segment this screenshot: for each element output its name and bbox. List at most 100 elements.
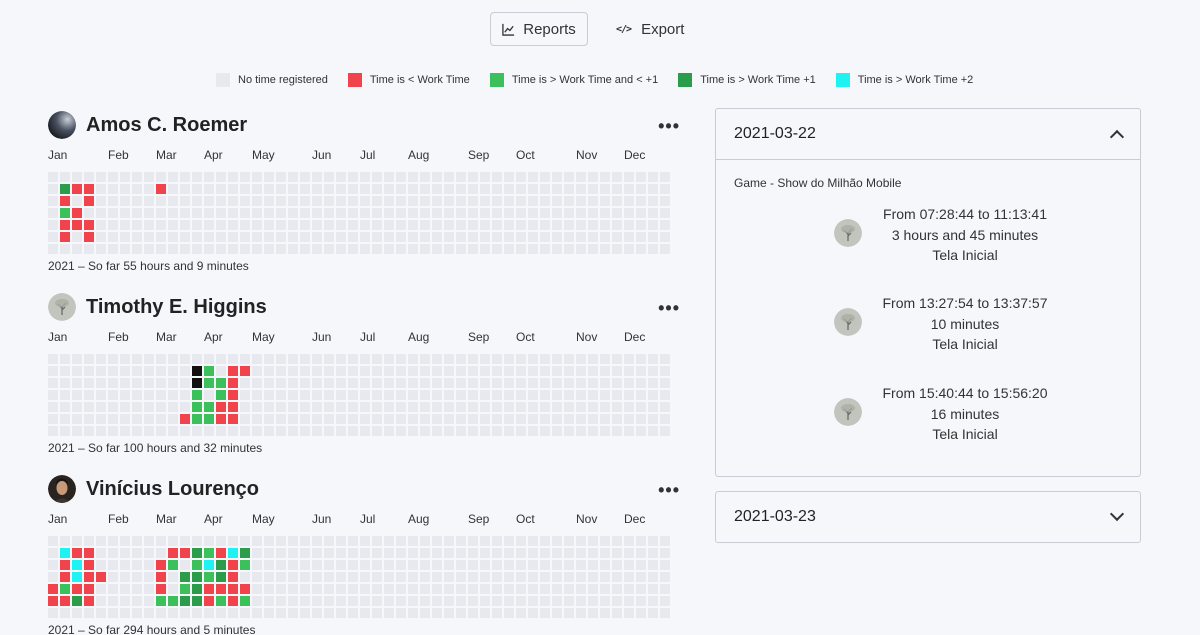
day-cell-red[interactable] (204, 596, 214, 606)
day-cell-cyan[interactable] (228, 548, 238, 558)
day-cell-red[interactable] (96, 572, 106, 582)
day-cell-red[interactable] (228, 390, 238, 400)
day-cell-red[interactable] (84, 196, 94, 206)
day-cell-red[interactable] (180, 548, 190, 558)
day-cell-cyan[interactable] (72, 560, 82, 570)
day-cell-empty (420, 584, 430, 594)
day-cell-dark[interactable] (60, 184, 70, 194)
day-cell-green[interactable] (192, 402, 202, 412)
day-cell-empty (120, 172, 130, 182)
day-cell-green[interactable] (192, 390, 202, 400)
day-cell-green[interactable] (192, 560, 202, 570)
day-cell-red[interactable] (216, 402, 226, 412)
more-options-icon[interactable]: ••• (658, 298, 680, 319)
day-cell-red[interactable] (156, 184, 166, 194)
day-cell-green[interactable] (168, 560, 178, 570)
day-cell-red[interactable] (228, 366, 238, 376)
day-cell-green[interactable] (204, 572, 214, 582)
day-cell-empty (48, 548, 58, 558)
day-cell-cyan[interactable] (60, 548, 70, 558)
day-cell-red[interactable] (156, 584, 166, 594)
day-cell-green[interactable] (156, 596, 166, 606)
day-cell-green[interactable] (240, 596, 250, 606)
day-cell-red[interactable] (60, 232, 70, 242)
day-cell-green[interactable] (240, 560, 250, 570)
day-cell-red[interactable] (228, 414, 238, 424)
day-cell-black[interactable] (192, 378, 202, 388)
day-cell-dark[interactable] (240, 548, 250, 558)
day-cell-green[interactable] (216, 596, 226, 606)
day-cell-red[interactable] (72, 208, 82, 218)
day-cell-green[interactable] (204, 378, 214, 388)
day-cell-red[interactable] (228, 402, 238, 412)
day-cell-red[interactable] (84, 572, 94, 582)
day-cell-red[interactable] (72, 584, 82, 594)
day-cell-black[interactable] (192, 366, 202, 376)
day-cell-red[interactable] (72, 220, 82, 230)
day-cell-empty (564, 596, 574, 606)
day-cell-red[interactable] (156, 572, 166, 582)
day-cell-dark[interactable] (180, 596, 190, 606)
day-cell-red[interactable] (60, 196, 70, 206)
day-cell-empty (480, 596, 490, 606)
day-cell-red[interactable] (60, 572, 70, 582)
day-cell-green[interactable] (204, 402, 214, 412)
day-cell-dark[interactable] (72, 596, 82, 606)
day-cell-red[interactable] (228, 560, 238, 570)
day-cell-red[interactable] (48, 596, 58, 606)
day-cell-dark[interactable] (192, 596, 202, 606)
more-options-icon[interactable]: ••• (658, 480, 680, 501)
day-cell-red[interactable] (84, 560, 94, 570)
day-cell-green[interactable] (204, 548, 214, 558)
day-cell-red[interactable] (84, 596, 94, 606)
day-cell-green[interactable] (216, 378, 226, 388)
day-cell-dark[interactable] (216, 560, 226, 570)
day-cell-dark[interactable] (180, 572, 190, 582)
day-cell-dark[interactable] (192, 572, 202, 582)
day-cell-red[interactable] (168, 548, 178, 558)
day-cell-red[interactable] (72, 548, 82, 558)
day-cell-dark[interactable] (192, 584, 202, 594)
day-cell-red[interactable] (60, 220, 70, 230)
day-cell-green[interactable] (192, 414, 202, 424)
day-cell-red[interactable] (240, 584, 250, 594)
day-cell-red[interactable] (84, 220, 94, 230)
day-cell-red[interactable] (228, 572, 238, 582)
day-cell-red[interactable] (84, 184, 94, 194)
day-cell-green[interactable] (180, 584, 190, 594)
day-panel-header[interactable]: 2021-03-22 (716, 109, 1140, 159)
day-cell-dark[interactable] (216, 572, 226, 582)
day-cell-red[interactable] (216, 584, 226, 594)
reports-button[interactable]: Reports (490, 12, 588, 46)
day-cell-red[interactable] (228, 596, 238, 606)
day-cell-red[interactable] (84, 584, 94, 594)
day-cell-red[interactable] (216, 548, 226, 558)
day-cell-red[interactable] (60, 596, 70, 606)
day-cell-green[interactable] (216, 390, 226, 400)
day-cell-green[interactable] (204, 366, 214, 376)
day-cell-red[interactable] (216, 414, 226, 424)
day-cell-red[interactable] (72, 184, 82, 194)
day-cell-green[interactable] (60, 208, 70, 218)
day-cell-empty (456, 426, 466, 436)
day-cell-red[interactable] (84, 548, 94, 558)
day-cell-red[interactable] (240, 366, 250, 376)
day-cell-green[interactable] (204, 414, 214, 424)
day-cell-green[interactable] (168, 596, 178, 606)
day-cell-red[interactable] (228, 378, 238, 388)
day-cell-red[interactable] (180, 414, 190, 424)
day-cell-green[interactable] (60, 584, 70, 594)
day-cell-dark[interactable] (192, 548, 202, 558)
day-cell-red[interactable] (60, 560, 70, 570)
day-cell-red[interactable] (228, 584, 238, 594)
export-button[interactable]: </> Export (606, 12, 694, 46)
day-cell-red[interactable] (84, 232, 94, 242)
day-cell-cyan[interactable] (204, 560, 214, 570)
day-cell-red[interactable] (156, 560, 166, 570)
day-cell-empty (72, 354, 82, 364)
day-cell-red[interactable] (204, 584, 214, 594)
more-options-icon[interactable]: ••• (658, 116, 680, 137)
day-cell-cyan[interactable] (72, 572, 82, 582)
day-cell-red[interactable] (48, 584, 58, 594)
day-panel-header[interactable]: 2021-03-23 (716, 492, 1140, 542)
